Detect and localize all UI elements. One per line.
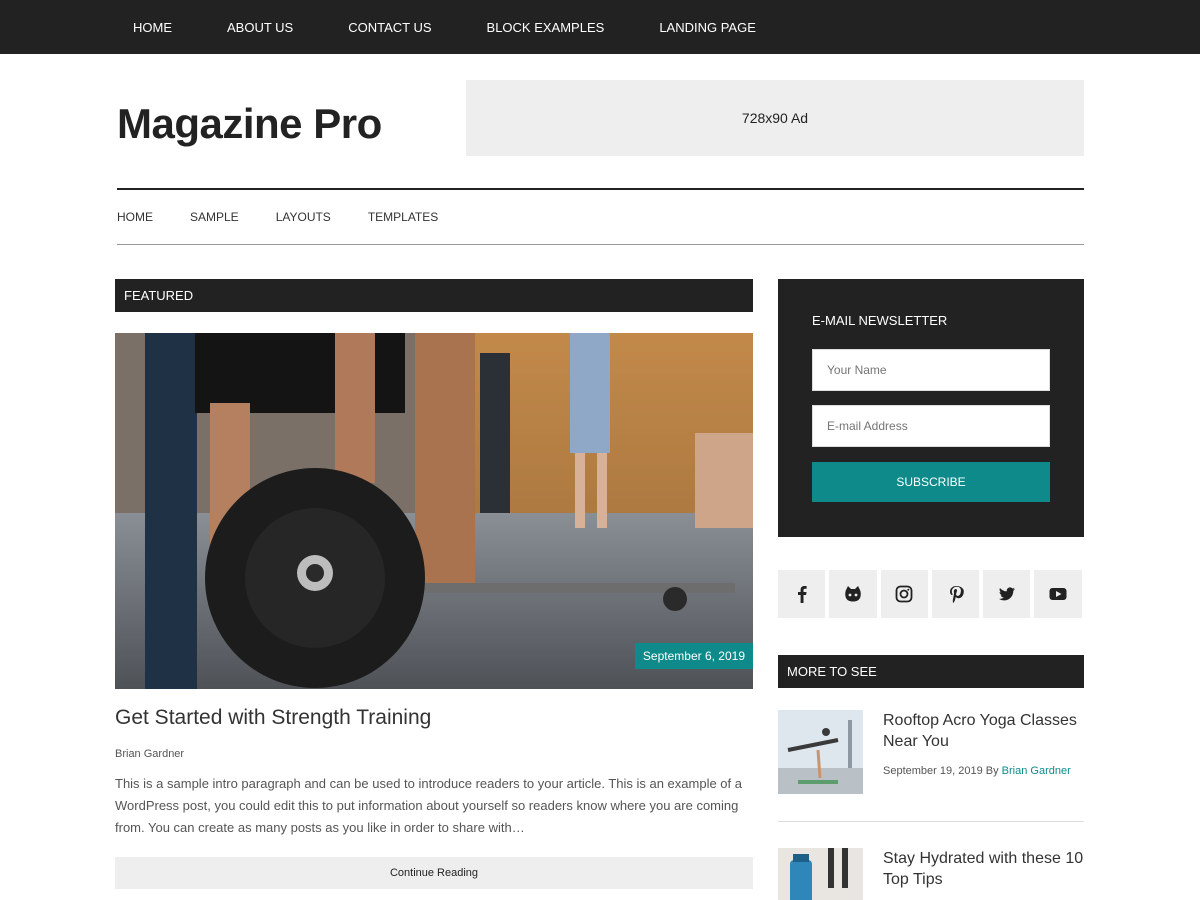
top-nav-contact-us[interactable]: CONTACT US [348,20,449,35]
ad-banner[interactable]: 728x90 Ad [466,80,1084,156]
youtube-button[interactable] [1034,570,1082,618]
email-input[interactable] [812,405,1050,447]
twitter-button[interactable] [983,570,1031,618]
secondary-nav: HOME SAMPLE LAYOUTS TEMPLATES [117,188,1084,245]
top-nav-home[interactable]: HOME [133,20,190,35]
top-nav-landing-page[interactable]: LANDING PAGE [659,20,774,35]
hydration-photo [778,848,863,900]
twitter-icon [998,587,1015,601]
top-nav-about-us[interactable]: ABOUT US [227,20,311,35]
github-button[interactable] [829,570,877,618]
github-icon [845,586,861,602]
name-input[interactable] [812,349,1050,391]
facebook-icon [797,586,807,603]
more-to-see-item: Rooftop Acro Yoga Classes Near You Septe… [778,710,1084,822]
continue-reading-button[interactable]: Continue Reading [115,857,753,889]
instagram-button[interactable] [880,570,928,618]
social-icons [778,570,1084,618]
top-nav-block-examples[interactable]: BLOCK EXAMPLES [487,20,623,35]
facebook-button[interactable] [778,570,826,618]
featured-post-author[interactable]: Brian Gardner [115,748,184,760]
youtube-icon [1049,588,1067,600]
more-to-see-item: Stay Hydrated with these 10 Top Tips [778,848,1084,900]
pinterest-button[interactable] [931,570,980,618]
more-to-see-by: By [985,765,999,777]
gym-photo [115,333,753,689]
more-to-see-heading: MORE TO SEE [778,655,1084,688]
newsletter-widget: E-MAIL NEWSLETTER SUBSCRIBE [778,279,1084,537]
sec-nav-templates[interactable]: TEMPLATES [368,210,438,224]
more-to-see-date: September 19, 2019 [883,765,983,777]
sec-nav-sample[interactable]: SAMPLE [190,210,239,224]
featured-image[interactable]: September 6, 2019 [115,333,753,689]
more-to-see-meta: September 19, 2019 By Brian Gardner [883,765,1071,777]
instagram-icon [895,585,913,603]
ad-label: 728x90 Ad [741,110,809,126]
yoga-photo [778,710,863,794]
top-nav: HOME ABOUT US CONTACT US BLOCK EXAMPLES … [116,0,811,54]
pinterest-icon [949,586,964,604]
top-bar: HOME ABOUT US CONTACT US BLOCK EXAMPLES … [0,0,1200,54]
more-to-see-title[interactable]: Stay Hydrated with these 10 Top Tips [883,848,1088,890]
yoga-thumbnail[interactable] [778,710,863,794]
featured-date-badge: September 6, 2019 [634,643,753,669]
hydration-thumbnail[interactable] [778,848,863,900]
featured-heading: FEATURED [115,279,753,312]
featured-post-excerpt: This is a sample intro paragraph and can… [115,776,742,835]
sec-nav-home[interactable]: HOME [117,210,153,224]
newsletter-title: E-MAIL NEWSLETTER [812,313,948,328]
site-logo[interactable]: Magazine Pro [117,100,382,148]
sec-nav-layouts[interactable]: LAYOUTS [276,210,331,224]
more-to-see-author[interactable]: Brian Gardner [1002,765,1071,777]
featured-post-title[interactable]: Get Started with Strength Training [115,706,431,730]
subscribe-button[interactable]: SUBSCRIBE [812,462,1050,502]
more-to-see-title[interactable]: Rooftop Acro Yoga Classes Near You [883,710,1088,752]
